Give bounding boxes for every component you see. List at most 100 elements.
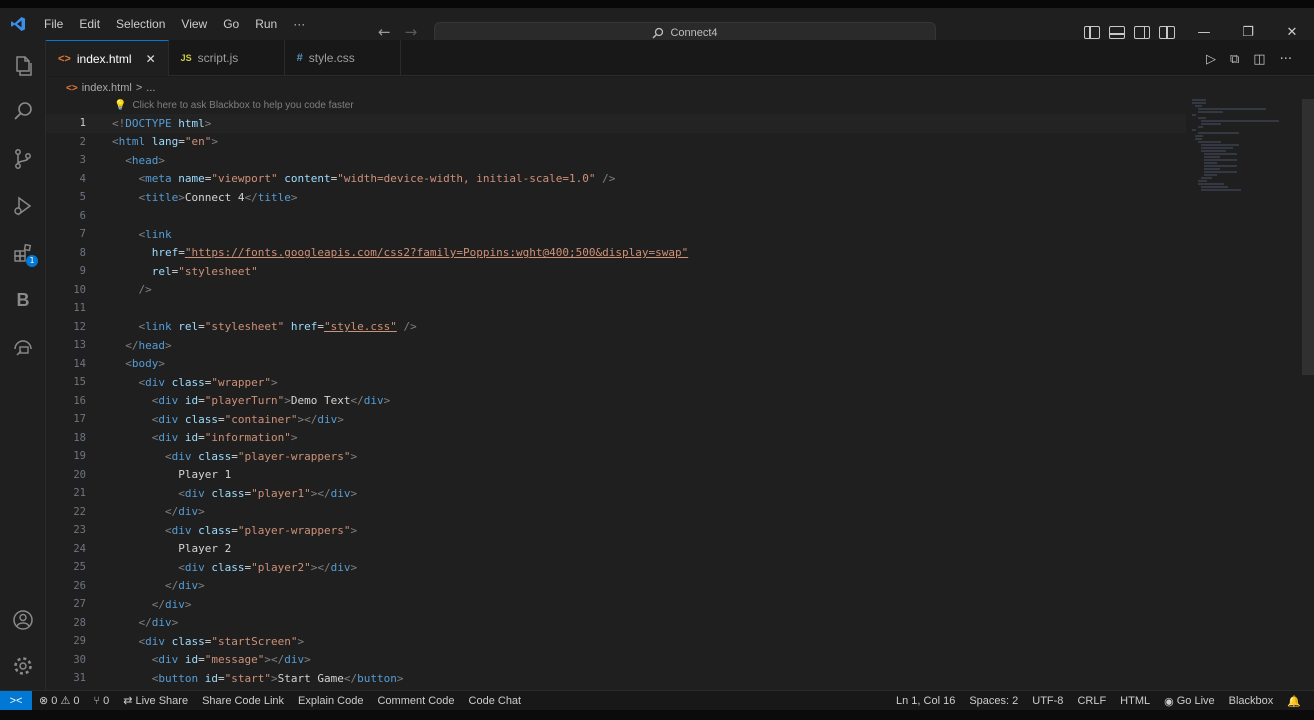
code-line[interactable]: 23 <div class="player-wrappers"> [46, 521, 1186, 540]
ports-indicator[interactable]: ⑂ 0 [86, 695, 116, 707]
code-line[interactable]: 12 <link rel="stylesheet" href="style.cs… [46, 318, 1186, 337]
code-editor[interactable]: 💡 Click here to ask Blackbox to help you… [46, 99, 1314, 690]
code-line[interactable]: 1 <!DOCTYPE html> [46, 114, 1186, 133]
menu-go[interactable]: Go [215, 8, 247, 40]
line-content: <div id="message"></div> [112, 653, 311, 666]
tab-index-html[interactable]: <> index.html ✕ [46, 40, 169, 76]
code-line[interactable]: 7 <link [46, 225, 1186, 244]
extensions-icon[interactable]: 1 [0, 233, 46, 273]
code-token: id [184, 431, 199, 445]
code-line[interactable]: 13 </head> [46, 336, 1186, 355]
code-line[interactable]: 24 Player 2 [46, 540, 1186, 559]
blackbox-codelens[interactable]: 💡 Click here to ask Blackbox to help you… [114, 100, 354, 111]
code-line[interactable]: 2 <html lang="en"> [46, 133, 1186, 152]
line-number: 9 [79, 265, 86, 278]
problems-indicator[interactable]: ⊗ 0 ⚠ 0 [32, 694, 86, 707]
code-line[interactable]: 27 </div> [46, 595, 1186, 614]
code-line[interactable]: 22 </div> [46, 503, 1186, 522]
code-token: div [284, 653, 305, 667]
breadcrumb-file[interactable]: index.html [82, 82, 132, 94]
breadcrumb: <> index.html > ... [46, 77, 1314, 99]
code-line[interactable]: 5 <title>Connect 4</title> [46, 188, 1186, 207]
code-line[interactable]: 18 <div id="information"> [46, 429, 1186, 448]
run-debug-icon[interactable] [0, 186, 46, 226]
code-line[interactable]: 30 <div id="message"></div> [46, 651, 1186, 670]
line-content: <div class="startScreen"> [112, 635, 305, 648]
code-line[interactable]: 6 [46, 207, 1186, 226]
toggle-primary-sidebar-icon[interactable] [1084, 25, 1100, 39]
run-file-icon[interactable]: ▷ [1206, 52, 1216, 67]
menu-more[interactable]: ··· [285, 8, 313, 40]
code-line[interactable]: 10 /> [46, 281, 1186, 300]
tab-script-js[interactable]: JS script.js [169, 40, 285, 76]
remote-indicator[interactable]: >< [0, 690, 32, 711]
code-line[interactable]: 3 <head> [46, 151, 1186, 170]
encoding[interactable]: UTF-8 [1025, 695, 1070, 707]
explain-code-button[interactable]: Explain Code [291, 695, 370, 707]
code-chat-button[interactable]: Code Chat [462, 695, 529, 707]
lightbulb-icon: 💡 [114, 100, 127, 111]
code-token: = [317, 320, 324, 334]
codelens-text: Click here to ask Blackbox to help you c… [132, 100, 354, 111]
line-number: 26 [73, 579, 86, 592]
menu-view[interactable]: View [173, 8, 215, 40]
code-lines: 1 <!DOCTYPE html> 2 <html lang="en"> 3 <head… [46, 114, 1186, 688]
live-share-button[interactable]: ⇄ Live Share [116, 694, 195, 708]
vertical-scrollbar[interactable] [1302, 99, 1314, 375]
notifications-bell-icon[interactable]: 🔔 [1280, 695, 1308, 708]
code-line[interactable]: 8 href="https://fonts.googleapis.com/css… [46, 244, 1186, 263]
code-line[interactable]: 29 <div class="startScreen"> [46, 632, 1186, 651]
code-line[interactable]: 17 <div class="container"></div> [46, 410, 1186, 429]
code-token: div [178, 505, 199, 519]
menu-edit[interactable]: Edit [71, 8, 108, 40]
menu-selection[interactable]: Selection [108, 8, 173, 40]
code-line[interactable]: 19 <div class="player-wrappers"> [46, 447, 1186, 466]
open-preview-icon[interactable]: ⧉ [1230, 52, 1239, 67]
search-icon[interactable] [0, 92, 46, 132]
customize-layout-icon[interactable] [1159, 25, 1175, 39]
go-live-button[interactable]: ◉ Go Live [1157, 695, 1222, 708]
share-code-link-button[interactable]: Share Code Link [195, 695, 291, 707]
comment-code-button[interactable]: Comment Code [370, 695, 461, 707]
minimap[interactable] [1192, 99, 1302, 191]
cursor-position[interactable]: Ln 1, Col 16 [889, 695, 962, 707]
blackbox-status[interactable]: Blackbox [1222, 695, 1281, 707]
code-line[interactable]: 21 <div class="player1"></div> [46, 484, 1186, 503]
toggle-secondary-sidebar-icon[interactable] [1134, 25, 1150, 39]
source-control-icon[interactable] [0, 139, 46, 179]
code-line[interactable]: 28 </div> [46, 614, 1186, 633]
code-line[interactable]: 11 [46, 299, 1186, 318]
account-icon[interactable] [0, 600, 46, 640]
tab-style-css[interactable]: # style.css [285, 40, 401, 76]
code-line[interactable]: 31 <button id="start">Start Game</button… [46, 669, 1186, 688]
split-editor-icon[interactable]: ◫ [1253, 52, 1265, 67]
menu-run[interactable]: Run [247, 8, 285, 40]
code-line[interactable]: 20 Player 1 [46, 466, 1186, 485]
code-line[interactable]: 9 rel="stylesheet" [46, 262, 1186, 281]
code-line[interactable]: 15 <div class="wrapper"> [46, 373, 1186, 392]
language-mode[interactable]: HTML [1113, 695, 1157, 707]
line-ending[interactable]: CRLF [1070, 695, 1113, 707]
code-token: </ [151, 597, 165, 611]
code-line[interactable]: 25 <div class="player2"></div> [46, 558, 1186, 577]
close-tab-icon[interactable]: ✕ [146, 52, 156, 66]
more-actions-icon[interactable]: ··· [1280, 52, 1292, 67]
code-token: > [198, 505, 205, 519]
settings-gear-icon[interactable] [0, 646, 46, 686]
blackbox-icon[interactable]: B [0, 280, 46, 320]
toggle-panel-icon[interactable] [1109, 25, 1125, 39]
indentation[interactable]: Spaces: 2 [962, 695, 1025, 707]
code-token: = [231, 523, 238, 537]
code-line[interactable]: 16 <div id="playerTurn">Demo Text</div> [46, 392, 1186, 411]
code-line[interactable]: 26 </div> [46, 577, 1186, 596]
status-bar: >< ⊗ 0 ⚠ 0 ⑂ 0 ⇄ Live Share Share Code Li… [0, 690, 1314, 711]
code-line[interactable]: 14 <body> [46, 355, 1186, 374]
menu-file[interactable]: File [36, 8, 71, 40]
explorer-icon[interactable] [0, 46, 46, 86]
forward-arrow-icon[interactable]: → [405, 23, 418, 41]
breadcrumb-rest[interactable]: ... [146, 82, 155, 94]
remote-explorer-icon[interactable] [0, 327, 46, 367]
code-token: class [171, 375, 205, 389]
code-line[interactable]: 4 <meta name="viewport" content="width=d… [46, 170, 1186, 189]
back-arrow-icon[interactable]: ← [378, 23, 391, 41]
